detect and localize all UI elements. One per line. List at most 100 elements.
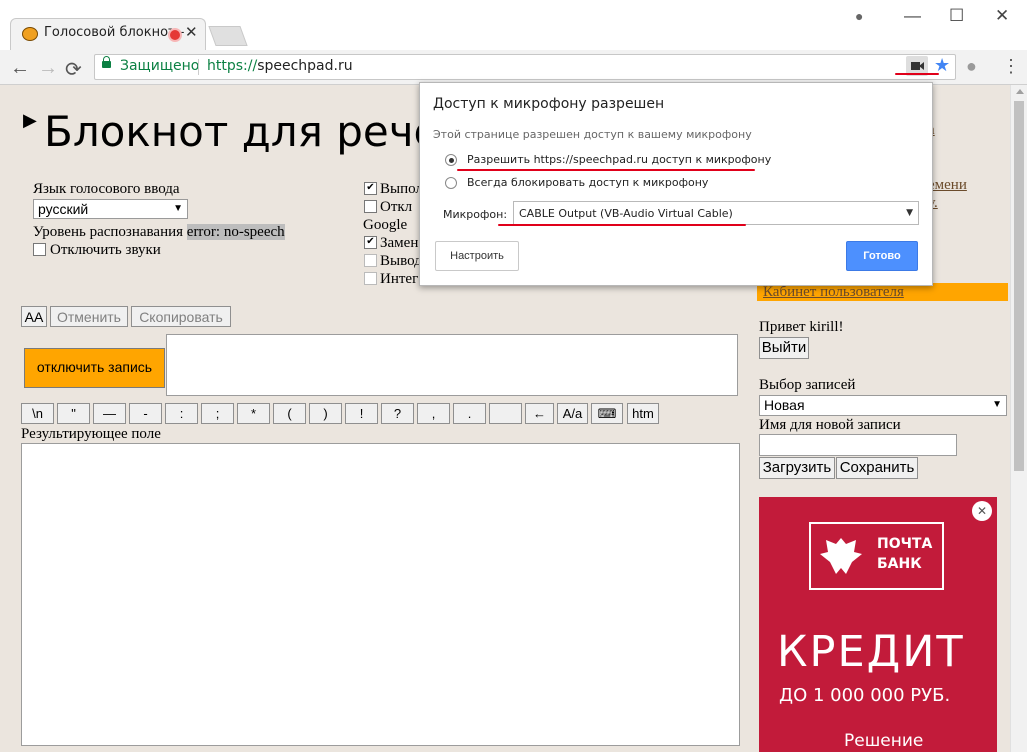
symbol-button[interactable]: * [237, 403, 270, 424]
annotation-underline [498, 224, 746, 226]
back-button[interactable]: ← [10, 57, 30, 80]
collapse-triangle-icon[interactable]: ▶ [23, 110, 37, 131]
extension-icon[interactable]: ● [966, 56, 977, 77]
annotation-underline [457, 169, 755, 171]
mute-sounds-checkbox[interactable] [33, 243, 46, 256]
maximize-button[interactable]: ☐ [949, 6, 964, 26]
option5-checkbox[interactable] [364, 272, 377, 285]
ad-brand-line1: ПОЧТА [877, 536, 933, 552]
close-window-button[interactable]: ✕ [995, 6, 1009, 26]
symbol-button[interactable]: A/a [557, 403, 588, 424]
ad-logo-frame: ПОЧТА БАНК [809, 522, 944, 590]
forward-button[interactable]: → [38, 57, 58, 80]
logout-button[interactable]: Выйти [759, 337, 809, 359]
symbol-button[interactable]: , [417, 403, 450, 424]
configure-button[interactable]: Настроить [435, 241, 519, 271]
option3-label: Замен [380, 235, 419, 251]
microphone-label: Микрофон: [443, 208, 508, 221]
secure-label: Защищено [120, 58, 200, 74]
scrollbar-thumb[interactable] [1014, 101, 1024, 471]
chevron-down-icon: ▼ [173, 203, 183, 214]
microphone-value: CABLE Output (VB-Audio Virtual Cable) [519, 207, 733, 220]
records-value: Новая [764, 397, 805, 413]
result-text-area[interactable] [21, 443, 740, 746]
block-option-label[interactable]: Всегда блокировать доступ к микрофону [467, 176, 708, 189]
ad-banner[interactable]: ПОЧТА БАНК КРЕДИТ ДО 1 000 000 РУБ. Реше… [759, 497, 997, 752]
load-button[interactable]: Загрузить [759, 457, 835, 479]
allow-radio[interactable] [445, 154, 457, 166]
chevron-down-icon: ▼ [992, 399, 1002, 410]
symbol-button[interactable]: ← [525, 403, 554, 424]
symbol-button[interactable]: - [129, 403, 162, 424]
symbol-button[interactable]: ! [345, 403, 378, 424]
result-field-label: Результирующее поле [21, 426, 161, 442]
ad-headline: КРЕДИТ [777, 627, 965, 677]
option1-checkbox[interactable]: ✔ [364, 182, 377, 195]
page-scrollbar[interactable] [1010, 85, 1027, 752]
done-button[interactable]: Готово [846, 241, 918, 271]
recording-indicator-icon [168, 28, 182, 42]
symbol-button[interactable]: : [165, 403, 198, 424]
symbol-button[interactable]: ? [381, 403, 414, 424]
ad-amount: ДО 1 000 000 РУБ. [779, 685, 951, 706]
allow-option-label[interactable]: Разрешить https://speechpad.ru доступ к … [467, 153, 771, 166]
symbol-button[interactable]: ; [201, 403, 234, 424]
chrome-menu-icon[interactable]: ⋮ [1002, 56, 1020, 77]
sidebar-link-fragment-2[interactable]: емени [928, 177, 967, 194]
language-value: русский [38, 201, 89, 217]
records-select[interactable]: Новая ▼ [759, 395, 1007, 416]
option4-label: Вывод [380, 253, 422, 269]
option4-checkbox[interactable] [364, 254, 377, 267]
account-icon[interactable]: ● [855, 8, 863, 24]
tab-close-icon[interactable]: ✕ [185, 23, 198, 41]
language-label: Язык голосового ввода [33, 181, 180, 197]
scroll-up-icon[interactable] [1016, 89, 1024, 94]
tab-favicon-icon [22, 27, 38, 41]
lock-icon [102, 56, 111, 68]
block-radio[interactable] [445, 177, 457, 189]
microphone-select[interactable]: CABLE Output (VB-Audio Virtual Cable) ▼ [513, 201, 919, 225]
toggle-recording-button[interactable]: отключить запись [24, 348, 165, 388]
symbol-button[interactable]: " [57, 403, 90, 424]
symbol-button[interactable]: htm [627, 403, 659, 424]
font-size-button[interactable]: AA [21, 306, 47, 327]
option5-label: Интег [380, 271, 419, 287]
language-select[interactable]: русский ▼ [33, 199, 188, 219]
new-name-label: Имя для новой записи [759, 417, 901, 433]
save-button[interactable]: Сохранить [836, 457, 918, 479]
cabinet-link[interactable]: Кабинет пользователя [763, 284, 904, 301]
chevron-down-icon: ▼ [906, 208, 913, 218]
url-scheme: https:// [207, 58, 258, 74]
new-name-input[interactable] [759, 434, 957, 456]
symbol-button[interactable]: . [453, 403, 486, 424]
symbol-button[interactable]: ( [273, 403, 306, 424]
symbol-button[interactable]: \n [21, 403, 54, 424]
copy-button[interactable]: Скопировать [131, 306, 231, 327]
option2-label: Откл [380, 199, 413, 215]
minimize-button[interactable]: — [904, 6, 921, 26]
symbol-button[interactable]: ⌨ [591, 403, 623, 424]
annotation-underline [895, 73, 939, 75]
ad-footer: Решение [844, 731, 924, 751]
recognition-value: error: no-speech [186, 224, 285, 240]
symbol-button[interactable]: — [93, 403, 126, 424]
option3-checkbox[interactable]: ✔ [364, 236, 377, 249]
tab-title: Голосовой блокнот - [44, 25, 185, 40]
mute-sounds-label: Отключить звуки [50, 242, 161, 258]
ad-close-icon[interactable]: ✕ [972, 501, 992, 521]
reload-button[interactable]: ⟳ [65, 57, 82, 82]
records-label: Выбор записей [759, 377, 856, 393]
interim-text-area[interactable] [166, 334, 738, 396]
option2-checkbox[interactable] [364, 200, 377, 213]
bookmark-star-icon[interactable]: ★ [934, 55, 950, 76]
new-tab-button[interactable] [208, 26, 248, 46]
symbol-button[interactable]: ) [309, 403, 342, 424]
google-label: Google [363, 217, 408, 233]
url-text: https://speechpad.ru [207, 58, 353, 74]
omnibox-divider [198, 59, 199, 75]
popup-subtitle: Этой странице разрешен доступ к вашему м… [433, 128, 752, 141]
undo-button[interactable]: Отменить [50, 306, 128, 327]
recognition-label-text: Уровень распознавания [33, 224, 184, 240]
symbol-button[interactable] [489, 403, 522, 424]
ad-brand-line2: БАНК [877, 556, 922, 572]
